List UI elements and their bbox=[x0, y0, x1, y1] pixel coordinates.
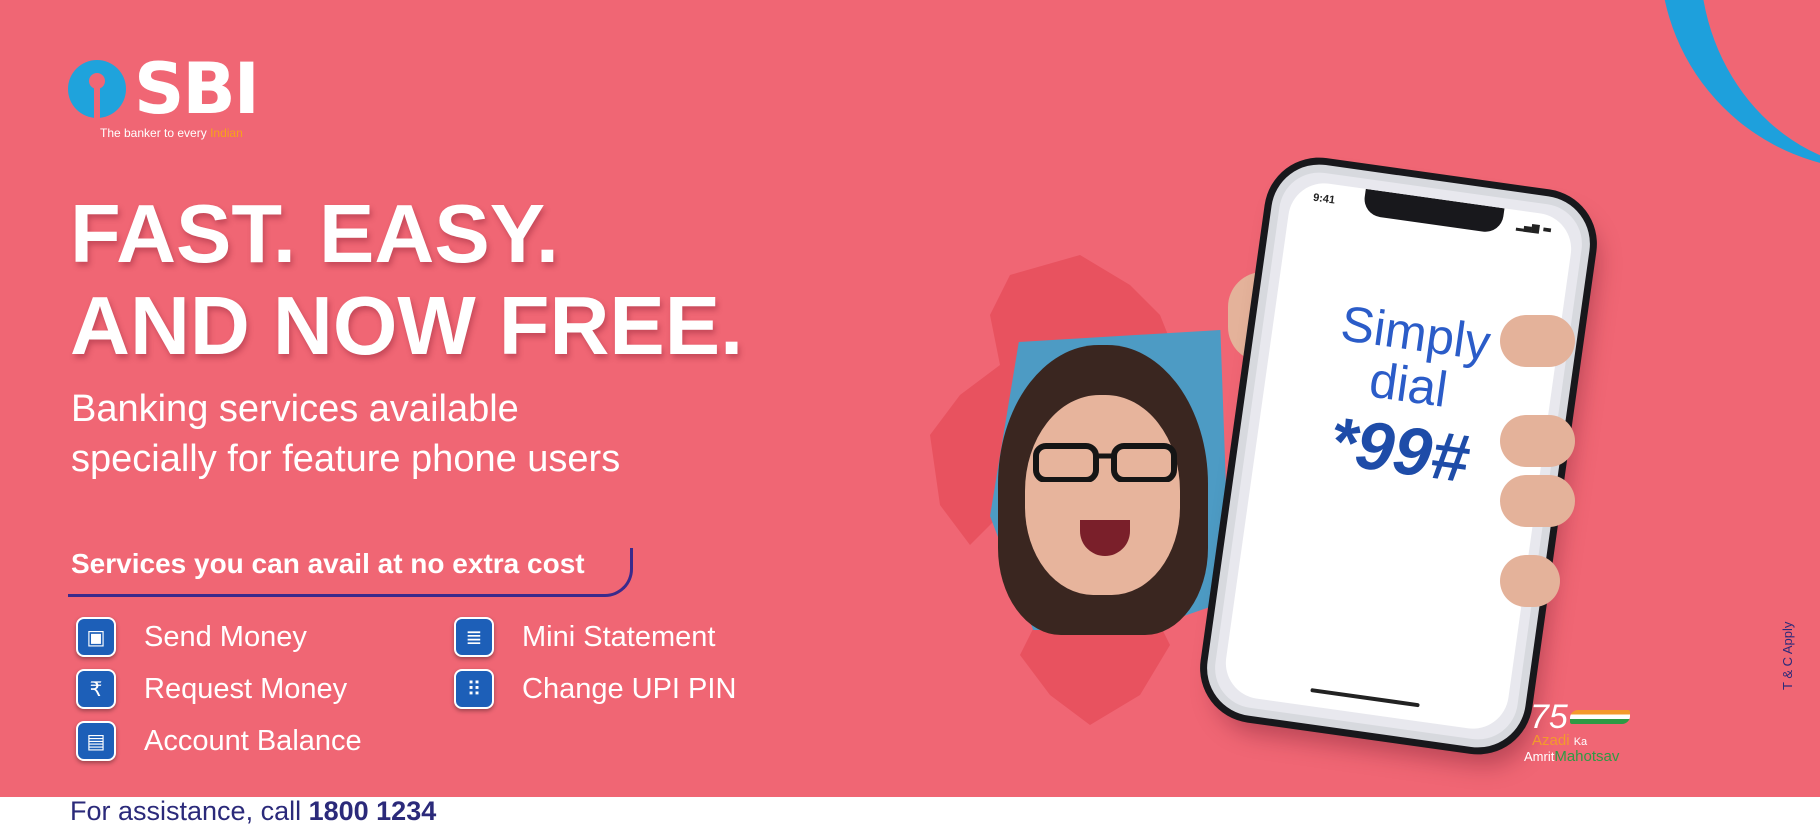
service-label: Account Balance bbox=[144, 724, 362, 757]
subhead-line-1: Banking services available bbox=[71, 388, 519, 430]
statement-icon: ≣ bbox=[454, 617, 494, 657]
wallet-icon: ▣ bbox=[76, 617, 116, 657]
status-time: 9:41 bbox=[1312, 191, 1336, 207]
keypad-icon: ⠿ bbox=[454, 669, 494, 709]
signal-wifi-battery-icon: ▂▄▆ ▬ bbox=[1515, 220, 1553, 237]
home-indicator bbox=[1309, 687, 1420, 708]
service-change-upi-pin: ⠿ Change UPI PIN bbox=[454, 669, 736, 709]
woman-face bbox=[1025, 395, 1180, 595]
headline: FAST. EASY. AND NOW FREE. bbox=[70, 188, 743, 372]
service-label: Change UPI PIN bbox=[522, 672, 737, 705]
ad-banner: SBI The banker to every Indian FAST. EAS… bbox=[0, 0, 1820, 797]
service-request-money: ₹ Request Money bbox=[76, 669, 347, 709]
service-label: Mini Statement bbox=[522, 620, 716, 653]
balance-icon: ▤ bbox=[76, 721, 116, 761]
service-label: Request Money bbox=[144, 672, 348, 705]
terms-disclaimer: T & C Apply bbox=[1780, 621, 1795, 690]
brand-tagline: The banker to every Indian bbox=[100, 126, 243, 140]
assistance-line: For assistance, call 1800 1234 bbox=[70, 796, 437, 826]
headline-line-2: AND NOW FREE. bbox=[70, 279, 744, 372]
tricolor-icon bbox=[1570, 710, 1630, 724]
headline-line-1: FAST. EASY. bbox=[70, 187, 559, 280]
fingers bbox=[1500, 305, 1580, 607]
service-send-money: ▣ Send Money bbox=[76, 617, 307, 657]
service-label: Send Money bbox=[144, 620, 307, 653]
glasses-icon bbox=[1033, 443, 1177, 482]
service-account-balance: ▤ Account Balance bbox=[76, 721, 362, 761]
azadi-ka-amrit-mahotsav-logo: 75 Azadi Ka AmritMahotsav bbox=[1524, 698, 1664, 768]
sbi-keyhole-icon bbox=[68, 60, 126, 120]
helpline-number: 1800 1234 bbox=[308, 796, 437, 826]
brand-name: SBI bbox=[134, 48, 260, 130]
subheadline: Banking services available specially for… bbox=[71, 384, 620, 484]
service-mini-statement: ≣ Mini Statement bbox=[454, 617, 715, 657]
services-title: Services you can avail at no extra cost bbox=[71, 548, 585, 579]
subhead-line-2: specially for feature phone users bbox=[71, 438, 621, 480]
rupee-request-icon: ₹ bbox=[76, 669, 116, 709]
